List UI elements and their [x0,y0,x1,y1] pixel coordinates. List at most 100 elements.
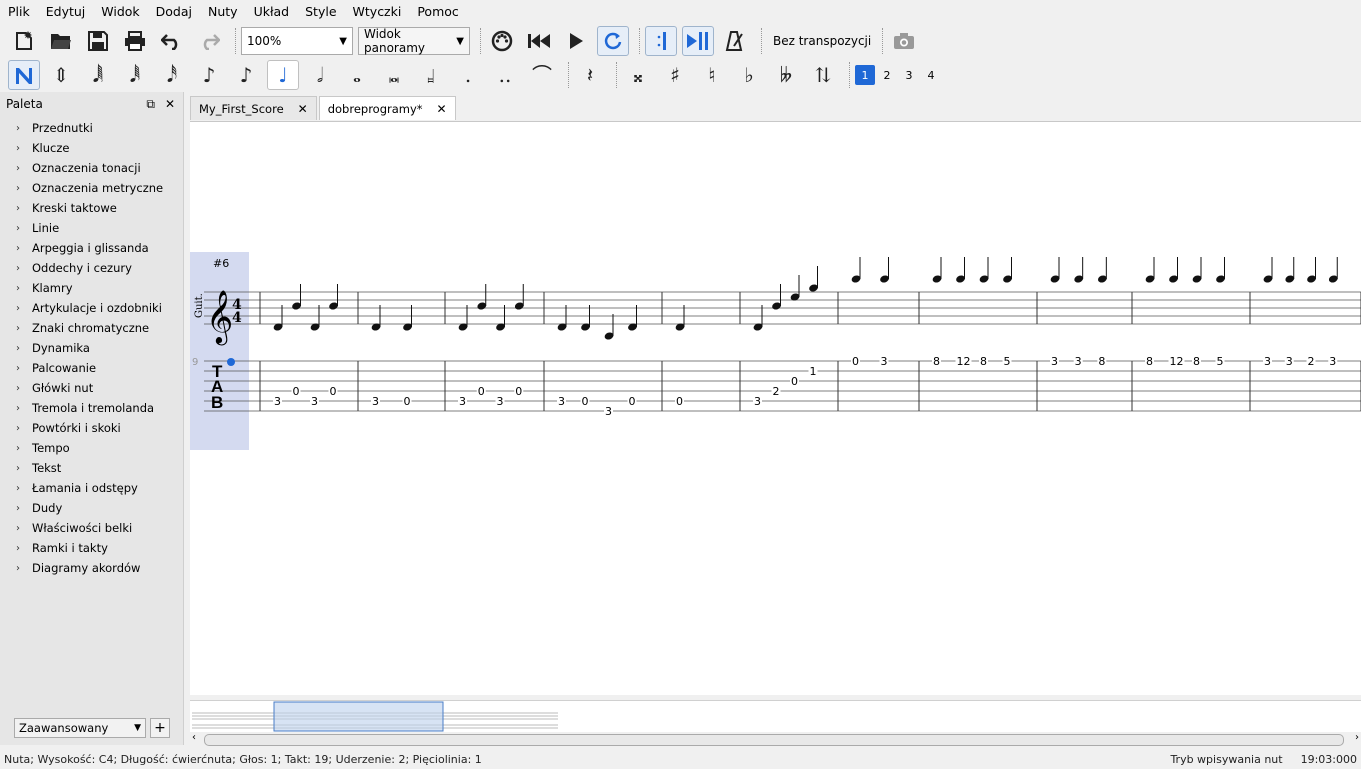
note-input-mode-button[interactable] [8,60,40,90]
palette-section[interactable]: › Dynamika [0,338,184,358]
chevron-left-icon[interactable]: ‹ [192,732,196,743]
loop-in-button[interactable] [645,26,677,56]
double-dot-button[interactable]: .. [489,60,521,90]
duration-longa-button[interactable]: 𝆷 [415,60,447,90]
palette-section[interactable]: › Linie [0,218,184,238]
voice-4-button[interactable]: 4 [921,65,941,85]
undo-button[interactable] [156,26,188,56]
palette-section[interactable]: › Diagramy akordów [0,558,184,578]
view-mode-combo[interactable]: Widok panoramy ▼ [358,27,470,55]
duration-half-button[interactable]: 𝅗𝅥 [304,60,336,90]
palette-section[interactable]: › Oznaczenia metryczne [0,178,184,198]
double-flat-button[interactable]: 𝄫 [770,60,802,90]
palette-section[interactable]: › Arpeggia i glissanda [0,238,184,258]
palette-section[interactable]: › Dudy [0,498,184,518]
menu-uklad[interactable]: Układ [246,0,298,24]
palette-section[interactable]: › Oznaczenia tonacji [0,158,184,178]
menu-nuty[interactable]: Nuty [200,0,246,24]
score-navigator[interactable] [190,700,1361,732]
tab-fret-number: 0 [478,385,485,398]
palette-section[interactable]: › Ramki i takty [0,538,184,558]
navigator-viewport[interactable] [273,701,444,732]
menu-style[interactable]: Style [297,0,344,24]
duration-32nd-button[interactable]: 𝅘𝅥𝅱 [119,60,151,90]
close-icon[interactable]: ✕ [298,102,308,116]
score-canvas[interactable]: #6 Guit. 9 𝄞 4 4 T A B 30303030303030032… [190,121,1361,695]
print-button[interactable] [119,26,151,56]
palette-section[interactable]: › Tekst [0,458,184,478]
duration-8th-button[interactable]: ♪ [193,60,225,90]
duration-breve-button[interactable]: 𝅜 [378,60,410,90]
voice-3-button[interactable]: 3 [899,65,919,85]
flat-button[interactable]: ♭ [733,60,765,90]
close-icon[interactable]: ✕ [165,97,175,112]
toolbar-separator [616,62,617,88]
add-workspace-button[interactable]: + [150,718,170,738]
rewind-button[interactable] [523,26,555,56]
scrollbar-thumb[interactable] [204,734,1344,746]
palette-section[interactable]: › Artykulacje i ozdobniki [0,298,184,318]
tab-my-first-score[interactable]: My_First_Score ✕ [190,96,317,120]
palette-section[interactable]: › Główki nut [0,378,184,398]
palette-section[interactable]: › Tempo [0,438,184,458]
chevron-right-icon: › [16,182,20,194]
palette-section[interactable]: › Znaki chromatyczne [0,318,184,338]
sharp-button[interactable]: ♯ [659,60,691,90]
zoom-combo[interactable]: 100% ▼ [241,27,353,55]
chevron-right-icon: › [16,522,20,534]
workspace-combo[interactable]: Zaawansowany ▼ [14,718,146,738]
tab-fret-number: 8 [1098,355,1105,368]
note-8th-icon: ♪ [202,63,216,87]
menu-plik[interactable]: Plik [0,0,38,24]
voice-1-button[interactable]: 1 [855,65,875,85]
palette-section[interactable]: › Przednutki [0,118,184,138]
duration-whole-button[interactable]: 𝅝 [341,60,373,90]
loop-out-button[interactable] [682,26,714,56]
close-icon[interactable]: ✕ [437,102,447,116]
menu-pomoc[interactable]: Pomoc [409,0,466,24]
duration-8th-alt-button[interactable]: ♪ [230,60,262,90]
metronome-button[interactable] [719,26,751,56]
open-button[interactable] [45,26,77,56]
palette-section[interactable]: › Klucze [0,138,184,158]
palette-section[interactable]: › Klamry [0,278,184,298]
duration-64th-button[interactable]: 𝅘𝅥𝅲 [82,60,114,90]
horizontal-scrollbar[interactable]: ‹ › [190,732,1361,748]
loop-button[interactable] [597,26,629,56]
tab-fret-number: 3 [1264,355,1271,368]
chevron-right-icon: › [16,162,20,174]
voice-2-button[interactable]: 2 [877,65,897,85]
dot-button[interactable]: . [452,60,484,90]
rest-button[interactable]: 𝄽 [574,60,606,90]
menu-widok[interactable]: Widok [93,0,147,24]
duration-16th-button[interactable]: 𝅘𝅥𝅰 [156,60,188,90]
chevron-right-icon[interactable]: › [1355,732,1359,743]
rhythm-button[interactable]: ⇕ [45,60,77,90]
redo-button[interactable] [193,26,225,56]
new-score-button[interactable] [8,26,40,56]
duration-quarter-button[interactable]: ♩ [267,60,299,90]
play-button[interactable] [560,26,592,56]
tab-dobreprogramy[interactable]: dobreprogramy* ✕ [318,96,456,120]
menu-dodaj[interactable]: Dodaj [148,0,200,24]
menu-bar: Plik Edytuj Widok Dodaj Nuty Układ Style… [0,0,1361,24]
palette-section[interactable]: › Powtórki i skoki [0,418,184,438]
palette-section[interactable]: › Oddechy i cezury [0,258,184,278]
save-button[interactable] [82,26,114,56]
palette-section[interactable]: › Palcowanie [0,358,184,378]
image-capture-button[interactable] [888,26,920,56]
menu-edytuj[interactable]: Edytuj [38,0,94,24]
midi-input-button[interactable] [486,26,518,56]
transpose-label[interactable]: Bez transpozycji [773,34,871,48]
palette-section[interactable]: › Łamania i odstępy [0,478,184,498]
palette-section[interactable]: › Kreski taktowe [0,198,184,218]
palette-section[interactable]: › Właściwości belki [0,518,184,538]
float-icon[interactable]: ⧉ [146,97,155,112]
double-sharp-button[interactable]: 𝄪 [622,60,654,90]
menu-wtyczki[interactable]: Wtyczki [345,0,410,24]
palette-section[interactable]: › Tremola i tremolanda [0,398,184,418]
score-view[interactable]: #6 Guit. 9 𝄞 4 4 T A B 30303 0 30303 030 0 32… [190,122,1361,696]
natural-button[interactable]: ♮ [696,60,728,90]
tie-button[interactable]: ⌒ [526,60,558,90]
flip-direction-button[interactable]: ⇅ [807,60,839,90]
